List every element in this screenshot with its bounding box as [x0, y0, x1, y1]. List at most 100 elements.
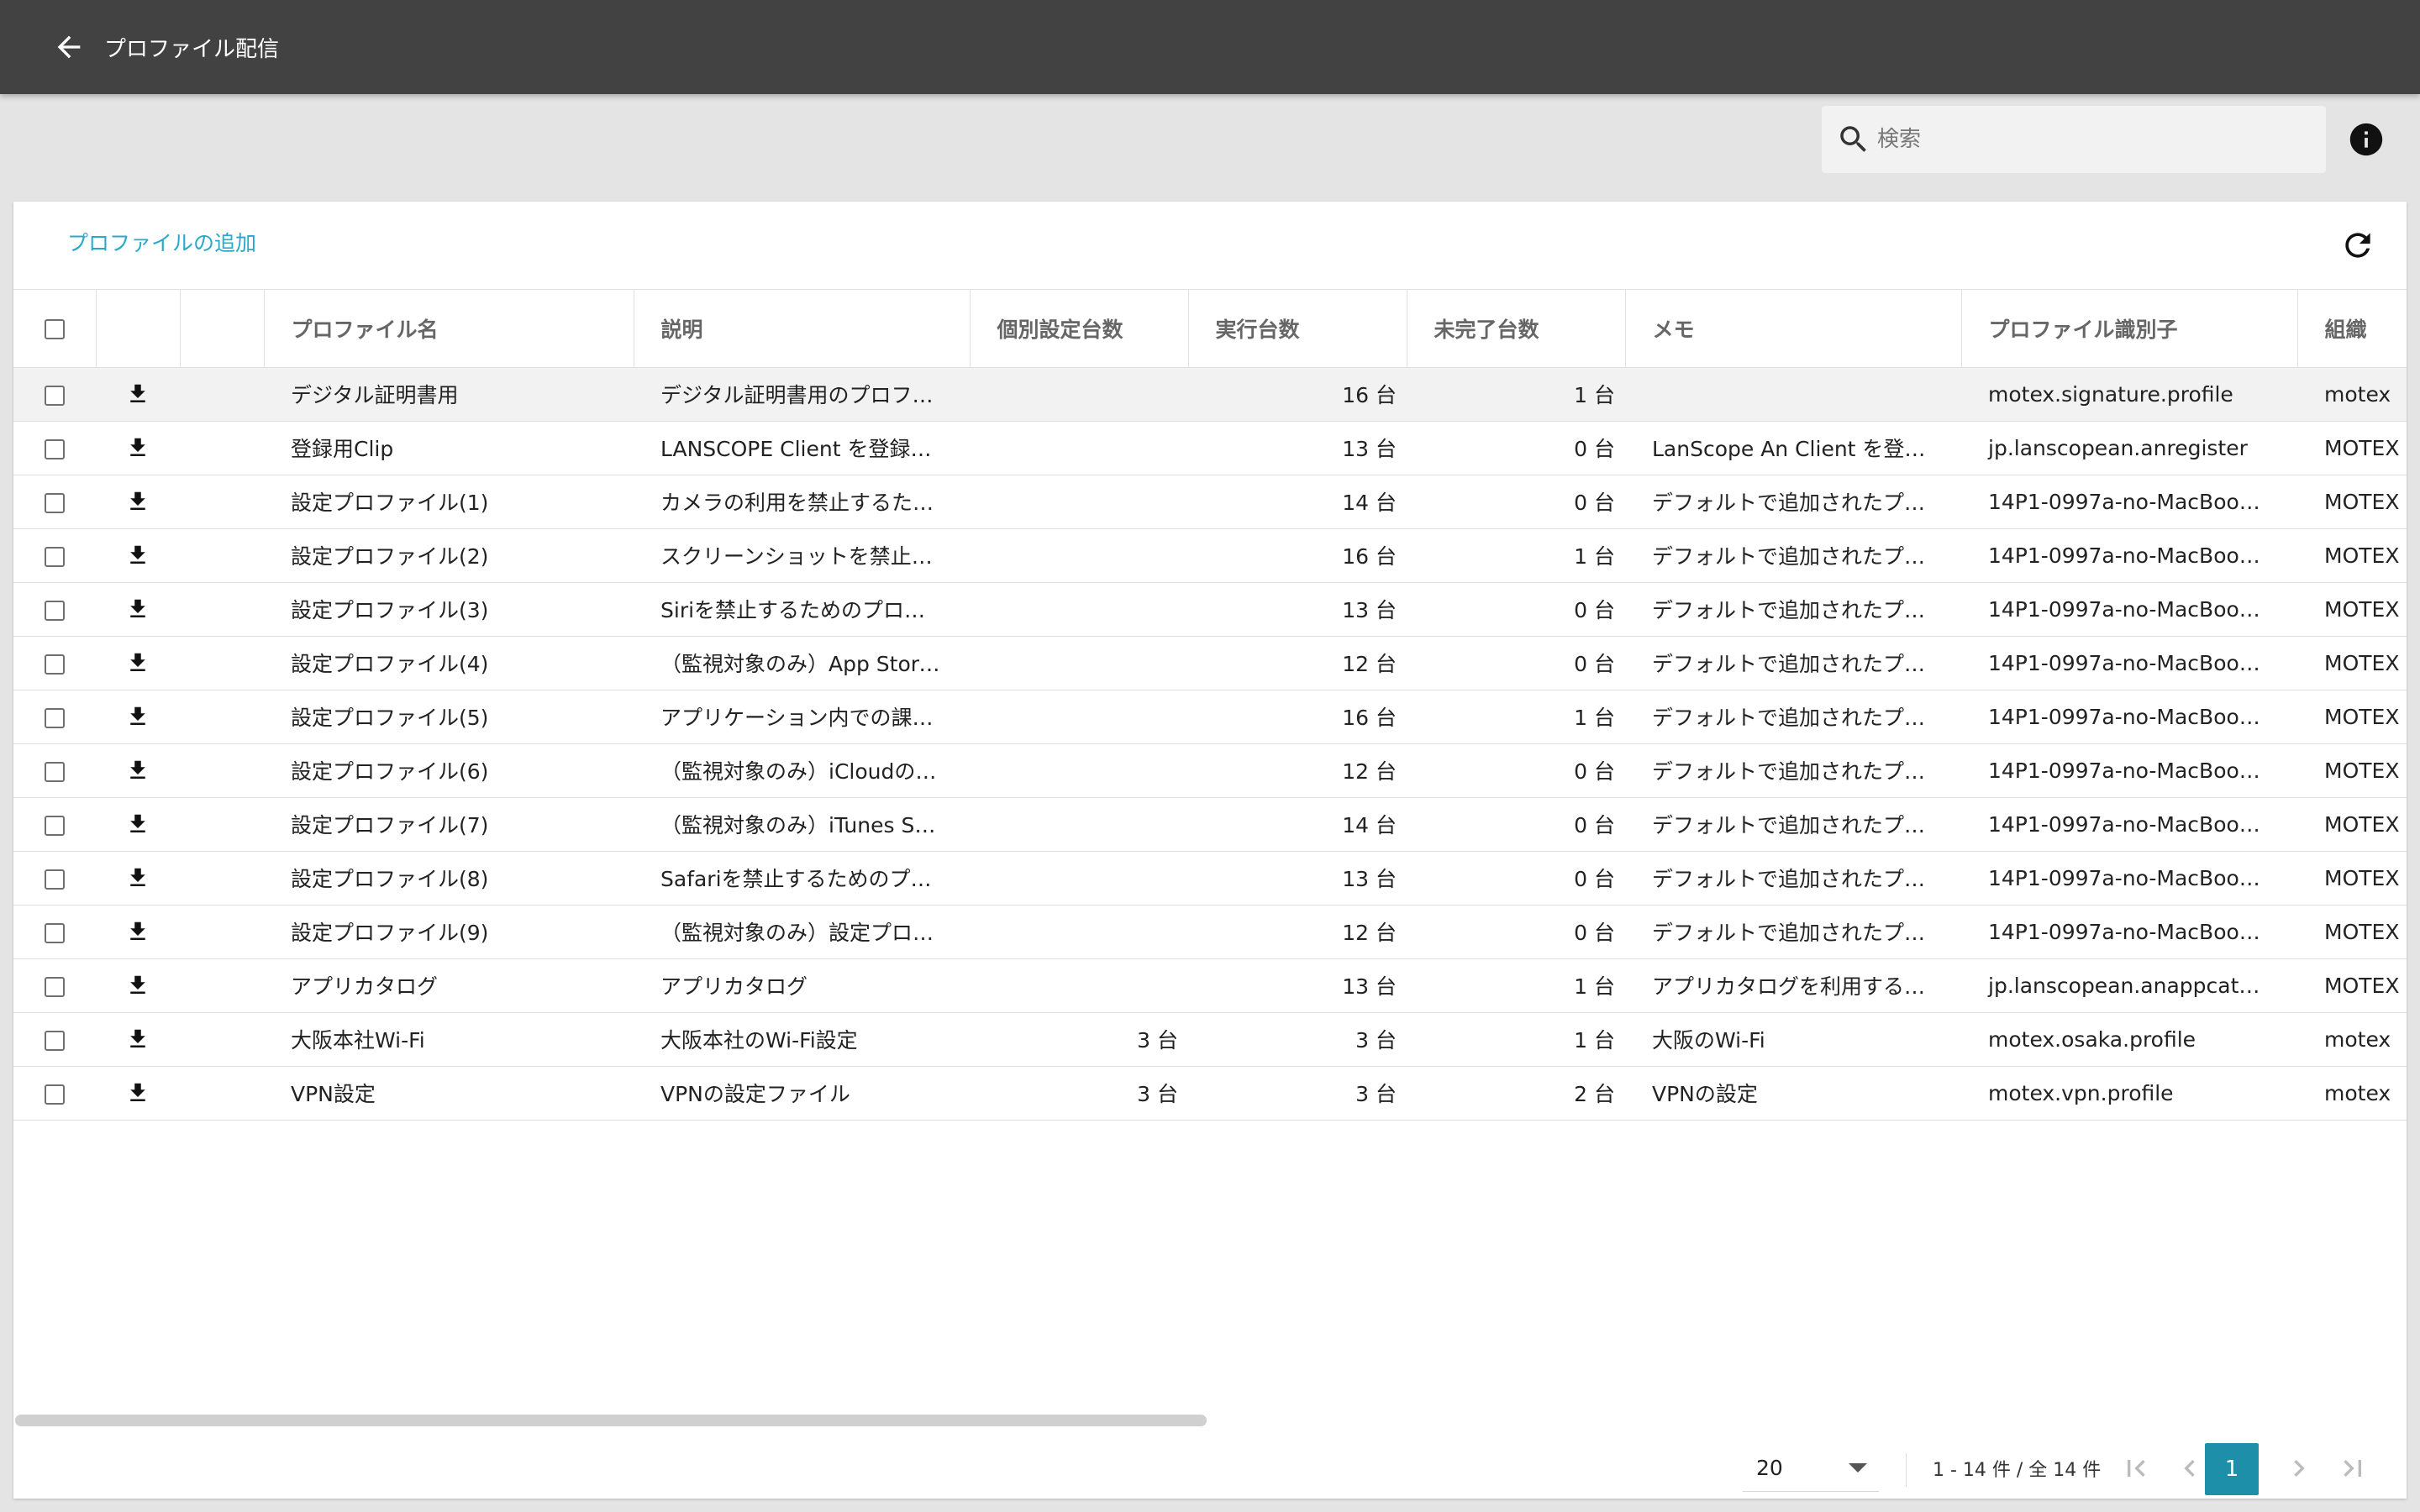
table-row[interactable]: 設定プロファイル(3) Siriを禁止するためのプロファイル 13 台0 台デフォル… — [13, 582, 2407, 637]
row-checkbox[interactable] — [45, 438, 65, 459]
table-row[interactable]: 設定プロファイル(2)スクリーンショットを禁止するためのプロファイル 16 台1 … — [13, 528, 2407, 583]
column-header-organization[interactable]: 組織 — [2297, 290, 2407, 368]
table-row[interactable]: 設定プロファイル(1)カメラの利用を禁止するためのプロファイル 14 台0 台デフ… — [13, 475, 2407, 529]
download-icon[interactable] — [121, 969, 155, 1002]
cell-identifier: 14P1-0997a-no-MacBook-Pro.local — [1961, 582, 2297, 637]
row-status-cell — [180, 1012, 264, 1067]
download-icon[interactable] — [121, 807, 155, 841]
cell-memo — [1625, 367, 1961, 422]
last-page-button[interactable] — [2333, 1448, 2373, 1488]
cell-individual-count — [970, 636, 1188, 690]
cell-organization: MOTEX Inc. — [2297, 690, 2407, 744]
row-status-cell — [180, 743, 264, 798]
table-row[interactable]: 設定プロファイル(7)（監視対象のみ）iTunes Storeを禁止するためのプ… — [13, 797, 2407, 852]
cell-individual-count — [970, 905, 1188, 959]
column-header-description[interactable]: 説明 — [634, 290, 971, 368]
next-page-button[interactable] — [2279, 1448, 2319, 1488]
cell-name: 設定プロファイル(4) — [264, 636, 634, 690]
table-row[interactable]: 設定プロファイル(4)（監視対象のみ）App Storeを禁止するためのプロファ… — [13, 636, 2407, 690]
cell-description: Siriを禁止するためのプロファイル — [634, 582, 970, 637]
table-row[interactable]: 設定プロファイル(8)Safariを禁止するためのプロファイル 13 台0 台デフ… — [13, 851, 2407, 906]
refresh-button[interactable] — [2336, 223, 2380, 267]
previous-page-button[interactable] — [2170, 1448, 2210, 1488]
column-header-incomplete-count[interactable]: 未完了台数 — [1407, 290, 1626, 368]
info-button[interactable] — [2346, 119, 2386, 160]
row-download-cell — [96, 743, 180, 798]
cell-identifier: 14P1-0997a-no-MacBook-Pro.local — [1961, 690, 2297, 744]
cell-individual-count — [970, 475, 1188, 529]
row-checkbox[interactable] — [45, 707, 65, 728]
cell-description: （監視対象のみ）iTunes Storeを禁止するためのプロファイル — [634, 797, 970, 852]
row-checkbox[interactable] — [45, 922, 65, 943]
row-checkbox[interactable] — [45, 976, 65, 997]
row-checkbox[interactable] — [45, 385, 65, 406]
column-header-individual-count[interactable]: 個別設定台数 — [970, 290, 1189, 368]
download-icon[interactable] — [121, 1022, 155, 1056]
row-checkbox[interactable] — [45, 1030, 65, 1051]
row-checkbox[interactable] — [45, 600, 65, 621]
row-checkbox[interactable] — [45, 869, 65, 890]
cell-incomplete-count: 0 台 — [1407, 851, 1625, 906]
download-icon[interactable] — [121, 753, 155, 787]
first-page-button[interactable] — [2116, 1448, 2156, 1488]
row-status-cell — [180, 475, 264, 529]
cell-memo: デフォルトで追加されたプロファイル — [1625, 743, 1961, 798]
table-row[interactable]: アプリカタログアプリカタログ 13 台1 台アプリカタログを利用するためのプロファ… — [13, 958, 2407, 1013]
download-icon[interactable] — [121, 592, 155, 626]
row-checkbox[interactable] — [45, 492, 65, 513]
column-header-memo[interactable]: メモ — [1625, 290, 1962, 368]
cell-individual-count: 3 台 — [970, 1012, 1188, 1067]
cell-individual-count: 3 台 — [970, 1066, 1188, 1121]
table-row[interactable]: 設定プロファイル(9)（監視対象のみ）設定プロファイルのインストールを禁止 12 … — [13, 905, 2407, 959]
column-header-name[interactable]: プロファイル名 — [264, 290, 634, 368]
row-checkbox[interactable] — [45, 546, 65, 567]
row-select-cell — [13, 528, 96, 583]
download-icon[interactable] — [121, 431, 155, 465]
download-icon[interactable] — [121, 377, 155, 411]
cell-memo: LanScope An Client を登録するためのプロファイル — [1625, 421, 1961, 475]
search-input[interactable] — [1877, 127, 2314, 152]
column-header-identifier[interactable]: プロファイル識別子 — [1961, 290, 2298, 368]
table-row[interactable]: 設定プロファイル(5)アプリケーション内での課金を禁止するためのプロファイル 16… — [13, 690, 2407, 744]
horizontal-scrollbar[interactable] — [13, 1413, 2407, 1426]
back-button[interactable] — [35, 13, 103, 81]
row-status-cell — [180, 797, 264, 852]
table-row[interactable]: VPN設定 VPNの設定ファイル 3 台3 台2 台 VPNの設定 motex.vpn.… — [13, 1066, 2407, 1121]
cell-name: 設定プロファイル(8) — [264, 851, 634, 906]
search-box[interactable] — [1822, 106, 2326, 173]
per-page-select[interactable]: 20 — [1743, 1445, 1879, 1492]
cell-name: 設定プロファイル(7) — [264, 797, 634, 852]
cell-name: 大阪本社Wi-Fi — [264, 1012, 634, 1067]
download-icon[interactable] — [121, 700, 155, 733]
table-row[interactable]: 設定プロファイル(6)（監視対象のみ）iCloudの利用を禁止するためのプロファ… — [13, 743, 2407, 798]
cell-incomplete-count: 0 台 — [1407, 797, 1625, 852]
cell-memo: デフォルトで追加されたプロファイル — [1625, 528, 1961, 583]
row-checkbox[interactable] — [45, 761, 65, 782]
table-row[interactable]: 登録用ClipLANSCOPE Client を登録するためのプロファイル 13 … — [13, 421, 2407, 475]
download-icon[interactable] — [121, 646, 155, 680]
cell-identifier: 14P1-0997a-no-MacBook-Pro.local — [1961, 475, 2297, 529]
add-profile-link[interactable]: プロファイルの追加 — [67, 227, 256, 257]
cell-individual-count — [970, 582, 1188, 637]
download-icon[interactable] — [121, 485, 155, 518]
table-row[interactable]: デジタル証明書用 デジタル証明書用のプロファイル 16 台1 台 motex.sign… — [13, 367, 2407, 422]
download-icon[interactable] — [121, 538, 155, 572]
download-icon[interactable] — [121, 861, 155, 895]
row-checkbox[interactable] — [45, 815, 65, 836]
column-header-executed-count[interactable]: 実行台数 — [1188, 290, 1407, 368]
cell-memo: デフォルトで追加されたプロファイル — [1625, 905, 1961, 959]
cell-identifier: motex.vpn.profile — [1961, 1066, 2297, 1121]
row-checkbox[interactable] — [45, 1084, 65, 1105]
download-icon[interactable] — [121, 915, 155, 948]
download-icon[interactable] — [121, 1076, 155, 1110]
table-row[interactable]: 大阪本社Wi-Fi 大阪本社のWi-Fi設定 3 台3 台1 台大阪のWi-Fi mo… — [13, 1012, 2407, 1067]
cell-memo: アプリカタログを利用するためのプロファイル — [1625, 958, 1961, 1013]
cell-organization: MOTEX Inc. — [2297, 905, 2407, 959]
row-checkbox[interactable] — [45, 654, 65, 675]
page-number-current[interactable]: 1 — [2205, 1443, 2259, 1495]
page-range-text: 1 - 14 件 / 全 14 件 — [1933, 1460, 2102, 1481]
row-download-cell — [96, 797, 180, 852]
profile-table-container[interactable]: プロファイル名 説明 個別設定台数 実行台数 未完了台数 メモ プロファイル識別… — [13, 289, 2407, 1322]
select-all-checkbox[interactable] — [44, 319, 65, 340]
scrollbar-thumb[interactable] — [15, 1415, 1207, 1426]
